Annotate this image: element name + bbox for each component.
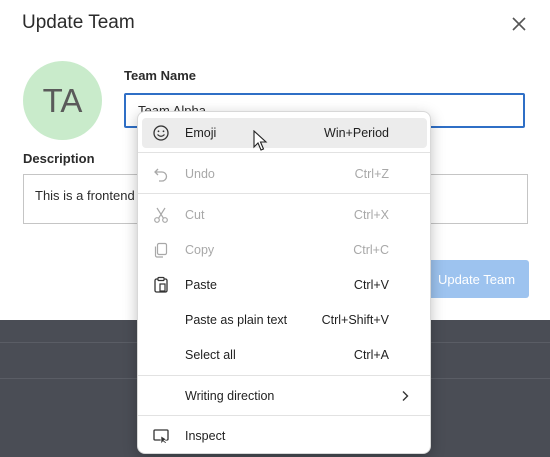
description-value: This is a frontend [35,188,135,203]
menu-separator [138,375,430,376]
menu-item-shortcut: Ctrl+X [353,208,389,222]
menu-item-paste-plain-text[interactable]: Paste as plain text Ctrl+Shift+V [142,305,427,335]
cut-icon [154,207,168,223]
menu-item-label: Inspect [185,429,226,443]
menu-item-shortcut: Ctrl+Shift+V [321,313,389,327]
menu-separator [138,152,430,153]
team-name-label: Team Name [124,68,197,83]
context-menu: Emoji Win+Period Undo Ctrl+Z Cut Ctrl+X … [137,111,431,454]
modal-title: Update Team [22,12,135,33]
menu-item-shortcut: Ctrl+Z [354,167,389,181]
menu-item-paste[interactable]: Paste Ctrl+V [142,270,427,300]
menu-item-cut[interactable]: Cut Ctrl+X [142,200,427,230]
undo-icon [154,168,168,182]
paste-icon [154,276,168,293]
close-icon[interactable] [509,14,529,34]
avatar: TA [23,61,102,140]
menu-item-writing-direction[interactable]: Writing direction [142,381,427,411]
copy-icon [154,242,168,258]
mouse-pointer-icon [253,130,268,151]
menu-item-undo[interactable]: Undo Ctrl+Z [142,159,427,189]
menu-item-label: Copy [185,243,215,257]
menu-item-label: Paste [185,278,217,292]
menu-item-shortcut: Win+Period [324,126,389,140]
menu-item-label: Paste as plain text [185,313,288,327]
menu-item-label: Undo [185,167,215,181]
description-label: Description [23,151,95,166]
emoji-icon [153,125,169,141]
menu-item-shortcut: Ctrl+A [353,348,389,362]
avatar-initials: TA [42,81,83,119]
menu-item-select-all[interactable]: Select all Ctrl+A [142,340,427,370]
menu-separator [138,193,430,194]
menu-separator [138,415,430,416]
menu-item-inspect[interactable]: Inspect [142,421,427,451]
menu-item-copy[interactable]: Copy Ctrl+C [142,235,427,265]
menu-item-label: Emoji [185,126,217,140]
menu-item-shortcut: Ctrl+C [353,243,389,257]
chevron-right-icon [402,391,409,401]
menu-item-shortcut: Ctrl+V [353,278,389,292]
menu-item-emoji[interactable]: Emoji Win+Period [142,118,427,148]
inspect-icon [153,429,169,445]
update-team-button[interactable]: Update Team [424,260,529,298]
menu-item-label: Writing direction [185,389,275,403]
menu-item-label: Cut [185,208,205,222]
menu-item-label: Select all [185,348,236,362]
